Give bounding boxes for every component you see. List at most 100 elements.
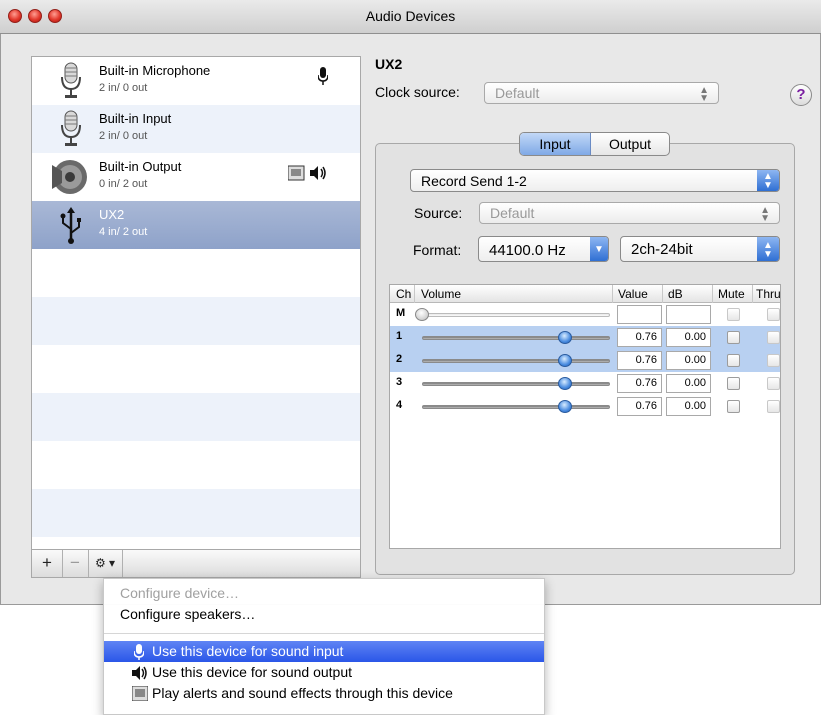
volume-slider-track[interactable] [422, 405, 610, 409]
menu-item-play-alerts[interactable]: Play alerts and sound effects through th… [104, 683, 544, 704]
volume-slider-track[interactable] [422, 336, 610, 340]
source-label: Source: [414, 205, 463, 221]
device-row-built-in-output[interactable]: Built-in Output 0 in/ 2 out [32, 153, 360, 201]
channel-label: 4 [396, 399, 403, 411]
updown-arrows-icon: ▲ ▼ [757, 237, 779, 261]
db-field[interactable]: 0.00 [666, 351, 711, 370]
device-title: UX2 [375, 56, 403, 72]
table-header: Ch Volume Value dB Mute Thru [390, 285, 780, 303]
device-row-built-in-input[interactable]: Built-in Input 2 in/ 0 out [32, 105, 360, 153]
table-row: 1 0.76 0.00 [390, 326, 780, 349]
add-device-button[interactable]: + [32, 550, 63, 577]
speaker-icon [52, 160, 87, 194]
volume-slider-knob[interactable] [557, 354, 572, 367]
clock-source-popup[interactable]: Default ▲ ▼ [484, 82, 719, 104]
tab-input[interactable]: Input [520, 133, 591, 155]
tab-output[interactable]: Output [590, 133, 669, 155]
window-title: Audio Devices [365, 8, 456, 24]
db-field[interactable] [666, 305, 711, 324]
menu-item-label: Use this device for sound output [152, 664, 353, 680]
thru-checkbox[interactable] [767, 400, 780, 413]
alerts-and-speaker-badge-icon [288, 165, 326, 181]
value-field[interactable]: 0.76 [617, 374, 662, 393]
gear-menu-button[interactable]: ⚙ ▾ [88, 550, 123, 577]
clock-source-label: Clock source: [375, 84, 460, 100]
table-row: 4 0.76 0.00 [390, 395, 780, 418]
device-list[interactable]: Built-in Microphone 2 in/ 0 out Built-in… [31, 56, 361, 550]
input-output-tabs[interactable]: Input Output [519, 132, 670, 156]
volume-slider-track[interactable] [422, 359, 610, 363]
table-row: M [390, 303, 780, 326]
column-header-value: Value [618, 287, 648, 301]
volume-slider-track[interactable] [422, 313, 610, 317]
mute-checkbox[interactable] [727, 377, 740, 390]
channel-label: 1 [396, 330, 403, 342]
mute-checkbox[interactable] [727, 400, 740, 413]
table-row: 2 0.76 0.00 [390, 349, 780, 372]
value-field[interactable]: 0.76 [617, 351, 662, 370]
usb-icon [60, 207, 81, 244]
device-io: 4 in/ 2 out [99, 226, 148, 238]
bit-depth-value: 2ch-24bit [631, 241, 693, 258]
volume-slider-knob[interactable] [557, 331, 572, 344]
menu-item-configure-speakers[interactable]: Configure speakers… [104, 604, 544, 625]
device-io: 0 in/ 2 out [99, 178, 148, 190]
mute-checkbox[interactable] [727, 354, 740, 367]
table-row: 3 0.76 0.00 [390, 372, 780, 395]
menu-item-use-for-input[interactable]: Use this device for sound input [104, 641, 544, 662]
clock-source-value: Default [495, 85, 540, 101]
volume-slider-knob[interactable] [557, 377, 572, 390]
value-field[interactable]: 0.76 [617, 328, 662, 347]
db-field[interactable]: 0.00 [666, 328, 711, 347]
volume-slider-track[interactable] [422, 382, 610, 386]
mute-checkbox[interactable] [727, 308, 740, 321]
alerts-icon [132, 686, 148, 701]
source-popup[interactable]: Default ▲ ▼ [479, 202, 780, 224]
menu-item-label: Play alerts and sound effects through th… [152, 685, 453, 701]
mute-checkbox[interactable] [727, 331, 740, 344]
db-field[interactable]: 0.00 [666, 397, 711, 416]
device-name: Built-in Input [99, 111, 172, 126]
volume-slider-knob[interactable] [415, 308, 429, 321]
db-field[interactable]: 0.00 [666, 374, 711, 393]
thru-checkbox[interactable] [767, 354, 780, 367]
empty-row [32, 393, 360, 441]
value-field[interactable]: 0.76 [617, 397, 662, 416]
menu-separator [104, 633, 544, 634]
thru-checkbox[interactable] [767, 331, 780, 344]
stream-popup[interactable]: Record Send 1-2 ▲ ▼ [410, 169, 780, 192]
menu-item-label: Configure device… [120, 585, 240, 601]
speaker-icon [132, 666, 147, 680]
device-row-ux2[interactable]: UX2 4 in/ 2 out [32, 201, 360, 249]
device-name: UX2 [99, 207, 125, 222]
device-io: 2 in/ 0 out [99, 130, 148, 142]
menu-item-label: Use this device for sound input [152, 643, 344, 659]
updown-arrows-icon: ▲ ▼ [699, 85, 709, 104]
menu-item-configure-device[interactable]: Configure device… [104, 583, 544, 604]
channel-table: Ch Volume Value dB Mute Thru M 1 0.76 0.… [389, 284, 781, 549]
help-button[interactable]: ? [790, 84, 812, 106]
stream-value: Record Send 1-2 [421, 173, 527, 189]
device-row-built-in-microphone[interactable]: Built-in Microphone 2 in/ 0 out [32, 57, 360, 105]
volume-slider-knob[interactable] [557, 400, 572, 413]
column-header-ch: Ch [396, 287, 412, 301]
microphone-icon [134, 644, 144, 660]
column-header-db: dB [668, 287, 683, 301]
channel-label: M [396, 307, 406, 319]
microphone-icon [61, 62, 81, 98]
updown-arrows-icon: ▲ ▼ [760, 205, 770, 224]
device-name: Built-in Output [99, 159, 182, 174]
channel-label: 2 [396, 353, 403, 365]
remove-device-button[interactable]: − [62, 550, 89, 577]
device-name: Built-in Microphone [99, 63, 211, 78]
thru-checkbox[interactable] [767, 308, 780, 321]
sample-rate-value: 44100.0 Hz [489, 242, 566, 259]
source-value: Default [490, 205, 535, 221]
chevron-down-icon: ▼ [590, 237, 608, 261]
value-field[interactable] [617, 305, 662, 324]
thru-checkbox[interactable] [767, 377, 780, 390]
sample-rate-popup[interactable]: 44100.0 Hz ▼ [478, 236, 609, 262]
menu-item-use-for-output[interactable]: Use this device for sound output [104, 662, 544, 683]
device-io: 2 in/ 0 out [99, 82, 148, 94]
bit-depth-popup[interactable]: 2ch-24bit ▲ ▼ [620, 236, 780, 262]
